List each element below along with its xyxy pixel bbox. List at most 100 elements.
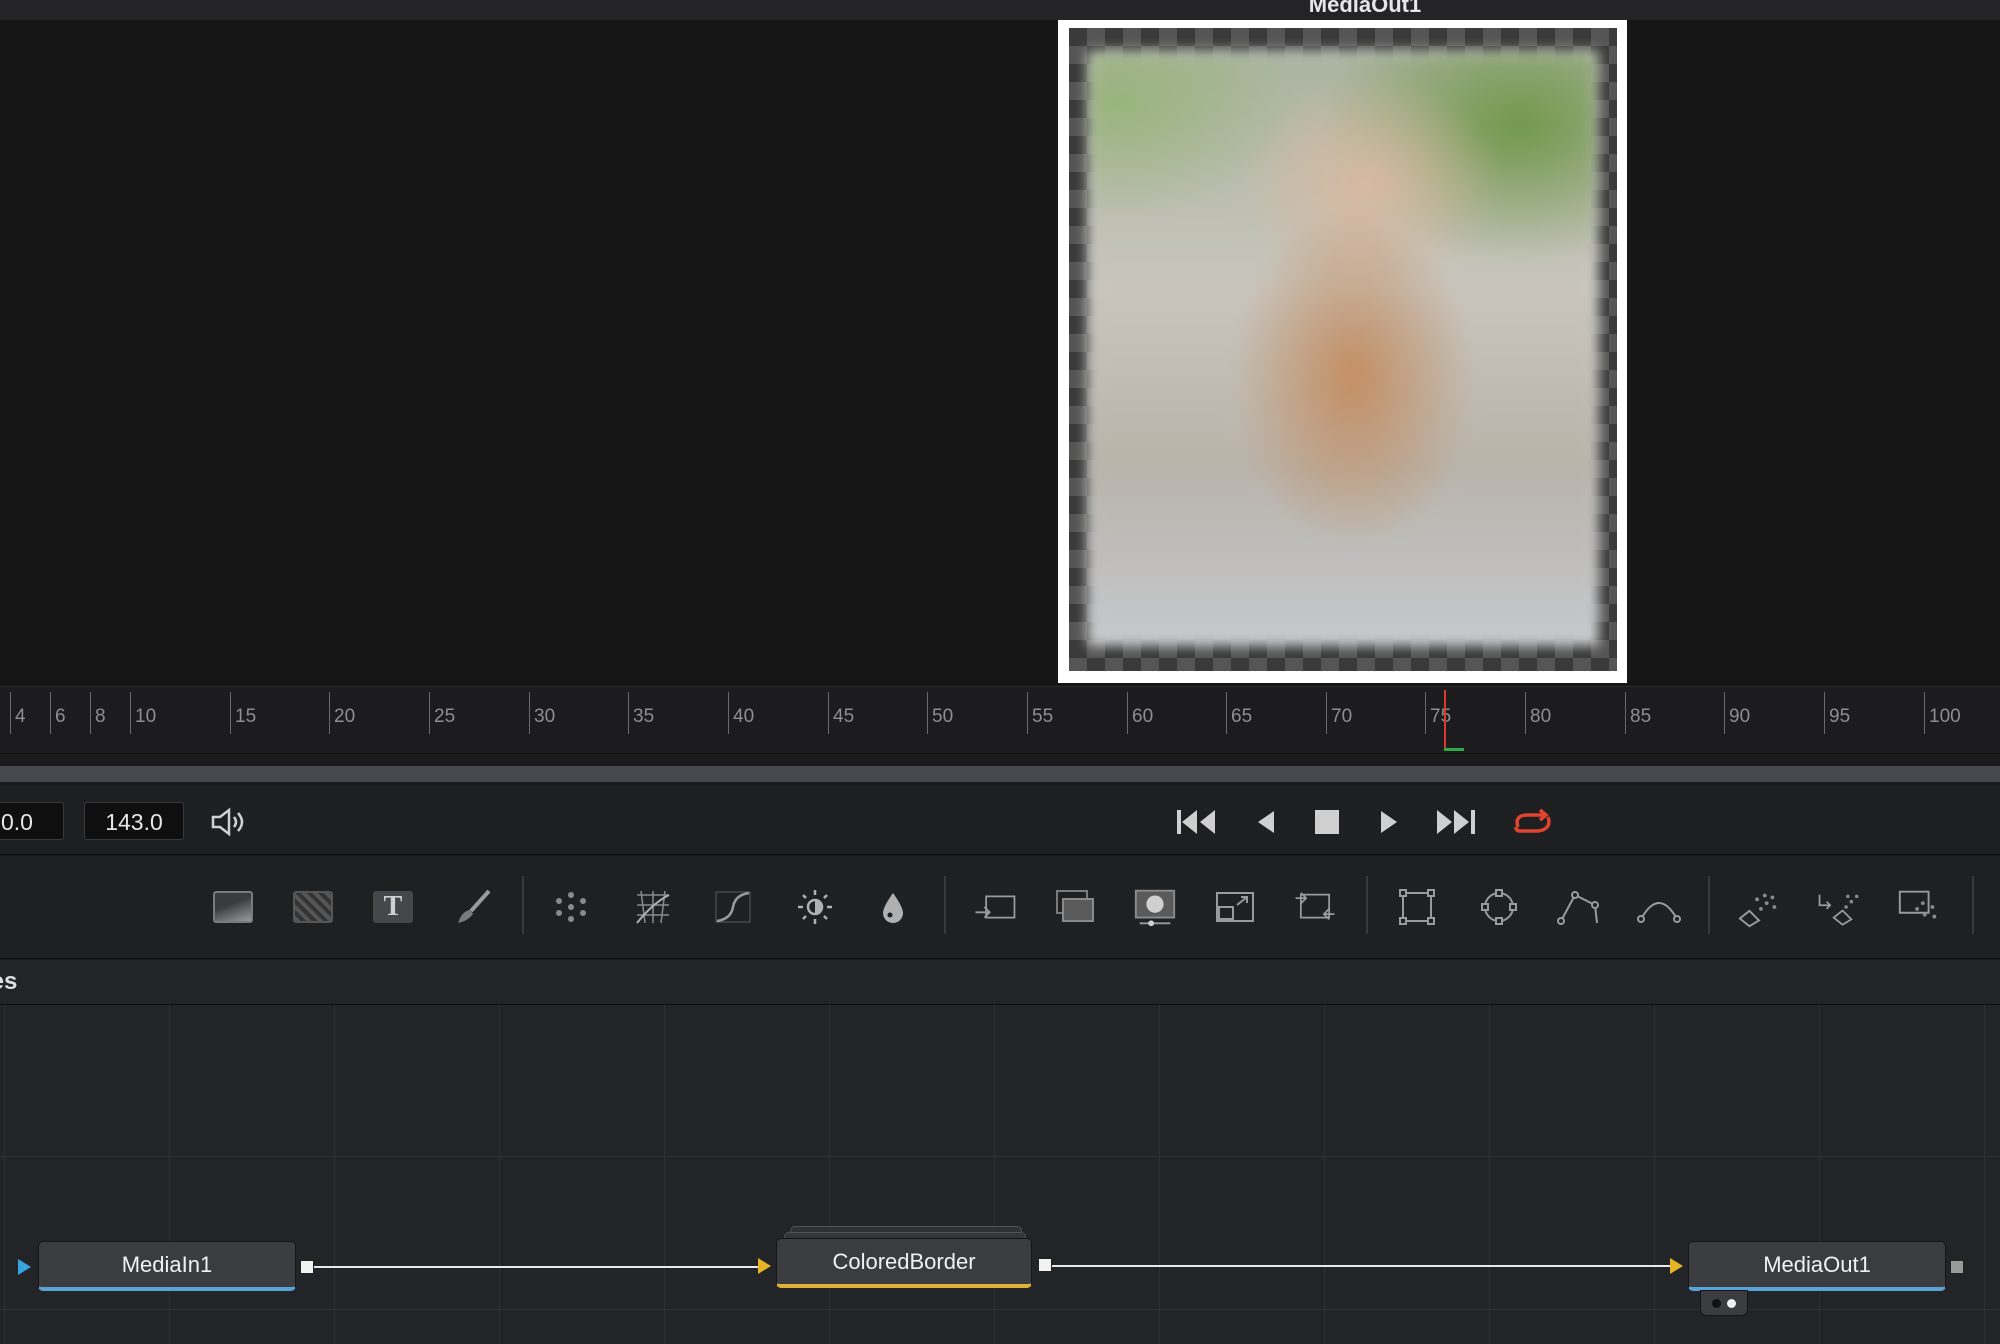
ruler-tick-label: 50: [932, 706, 954, 727]
speaker-icon[interactable]: [206, 802, 252, 842]
ruler-tick-label: 10: [135, 706, 157, 727]
ruler-tick: [429, 692, 430, 734]
connection-line: [312, 1266, 758, 1268]
view-left-dot[interactable]: [1712, 1298, 1721, 1308]
media-out-input-port[interactable]: [1670, 1258, 1683, 1274]
ruler-tick: [1525, 692, 1526, 734]
ruler-tick-label: 80: [1530, 706, 1552, 727]
ruler-tick-label: 30: [534, 706, 556, 727]
media-in-output-port[interactable]: [300, 1260, 314, 1274]
bspline-mask-icon[interactable]: [1636, 884, 1682, 930]
node-coloredborder[interactable]: ColoredBorder: [776, 1238, 1032, 1288]
nodes-panel-title: Nodes: [0, 968, 18, 995]
ruler-tick: [1326, 692, 1327, 734]
ruler-tick: [529, 692, 530, 734]
playhead[interactable]: [1444, 690, 1446, 750]
p-emitter-icon[interactable]: [1736, 884, 1782, 930]
ruler-tick: [130, 692, 131, 734]
particles-icon[interactable]: [548, 884, 594, 930]
start-frame-field[interactable]: 0.0: [0, 802, 64, 840]
node-mediain1[interactable]: MediaIn1: [38, 1241, 296, 1291]
transform-icon[interactable]: [1292, 884, 1338, 930]
colored-border-input-port[interactable]: [758, 1258, 771, 1274]
toolbar-separator: [944, 876, 946, 934]
ruler-tick-label: 15: [235, 706, 257, 727]
text-icon[interactable]: T: [370, 884, 416, 930]
timeline-scrub-bar[interactable]: [0, 766, 2000, 782]
ruler-tick: [329, 692, 330, 734]
toolbar-separator: [1708, 876, 1710, 934]
stop-button[interactable]: [1304, 802, 1350, 842]
node-label: MediaIn1: [121, 1251, 213, 1277]
ruler-tick: [1027, 692, 1028, 734]
viewer-image: [1088, 51, 1598, 645]
matte-control-icon[interactable]: [1132, 884, 1178, 930]
ruler-tick-label: 60: [1132, 706, 1154, 727]
top-toolbar: [0, 0, 2000, 21]
background-icon[interactable]: [210, 884, 256, 930]
image-plane-icon[interactable]: [1896, 884, 1942, 930]
ruler-tick: [927, 692, 928, 734]
toolbar-separator: [1366, 876, 1368, 934]
ruler-tick-label: 95: [1829, 706, 1851, 727]
merge-icon[interactable]: [972, 884, 1018, 930]
viewer-panel[interactable]: [0, 20, 2000, 686]
ruler-tick: [10, 692, 11, 734]
channel-boolean-icon[interactable]: [1052, 884, 1098, 930]
node-mediaout1[interactable]: MediaOut1: [1688, 1241, 1946, 1291]
p-render-icon[interactable]: [1816, 884, 1862, 930]
ruler-tick: [1226, 692, 1227, 734]
paint-icon[interactable]: [450, 884, 496, 930]
node-label: MediaOut1: [1763, 1251, 1871, 1277]
ruler-tick-label: 20: [334, 706, 356, 727]
resize-icon[interactable]: [1212, 884, 1258, 930]
rectangle-mask-icon[interactable]: [1394, 884, 1440, 930]
toolbar-separator: [522, 876, 524, 934]
transport-bar: [0, 786, 2000, 855]
ruler-tick-label: 85: [1630, 706, 1652, 727]
ruler-ticks: 4 6 8 10 15 20 25 30 35 40 45 50 55 60 65 70 75 80 85 90 95 1…: [0, 686, 2000, 752]
ruler-tick: [1924, 692, 1925, 734]
media-in-input-port[interactable]: [18, 1259, 31, 1275]
ellipse-mask-icon[interactable]: [1476, 884, 1522, 930]
blur-icon[interactable]: [870, 884, 916, 930]
ruler-tick: [1425, 692, 1426, 734]
ruler-tick: [230, 692, 231, 734]
ruler-tick-label: 55: [1032, 706, 1054, 727]
ruler-tick-label: 4: [15, 706, 26, 727]
colored-border-output-port[interactable]: [1038, 1258, 1052, 1272]
media-out-output-port[interactable]: [1950, 1260, 1964, 1274]
viewer-title: MediaOut1: [1308, 0, 1422, 17]
play-button[interactable]: [1366, 802, 1412, 842]
ruler-tick: [628, 692, 629, 734]
ruler-tick-label: 8: [95, 706, 106, 727]
ruler-tick-label: 75: [1430, 706, 1452, 727]
ruler-tick: [1824, 692, 1825, 734]
end-frame-field[interactable]: 143.0: [84, 802, 184, 840]
grid-warp-icon[interactable]: [630, 884, 676, 930]
node-view-toggles[interactable]: [1700, 1290, 1748, 1316]
toolbar-separator: [1972, 876, 1974, 934]
ruler-tick: [1625, 692, 1626, 734]
ruler-tick-label: 40: [733, 706, 755, 727]
loop-button[interactable]: [1510, 802, 1556, 842]
ruler-tick: [728, 692, 729, 734]
brightness-contrast-icon[interactable]: [792, 884, 838, 930]
ruler-tick-label: 70: [1331, 706, 1353, 727]
playhead-marker: [1444, 748, 1464, 751]
color-curves-icon[interactable]: [710, 884, 756, 930]
step-back-button[interactable]: [1242, 802, 1288, 842]
ruler-tick: [828, 692, 829, 734]
fast-noise-icon[interactable]: [290, 884, 336, 930]
ruler-tick: [50, 692, 51, 734]
ruler-tick-label: 45: [833, 706, 855, 727]
node-label: ColoredBorder: [832, 1248, 976, 1274]
ruler-tick-label: 90: [1729, 706, 1751, 727]
ruler-tick-label: 25: [434, 706, 456, 727]
go-to-start-button[interactable]: [1174, 802, 1220, 842]
go-to-end-button[interactable]: [1432, 802, 1478, 842]
ruler-tick-label: 35: [633, 706, 655, 727]
view-right-dot[interactable]: [1727, 1298, 1736, 1308]
polygon-mask-icon[interactable]: [1556, 884, 1602, 930]
ruler-tick-label: 100: [1929, 706, 1961, 727]
